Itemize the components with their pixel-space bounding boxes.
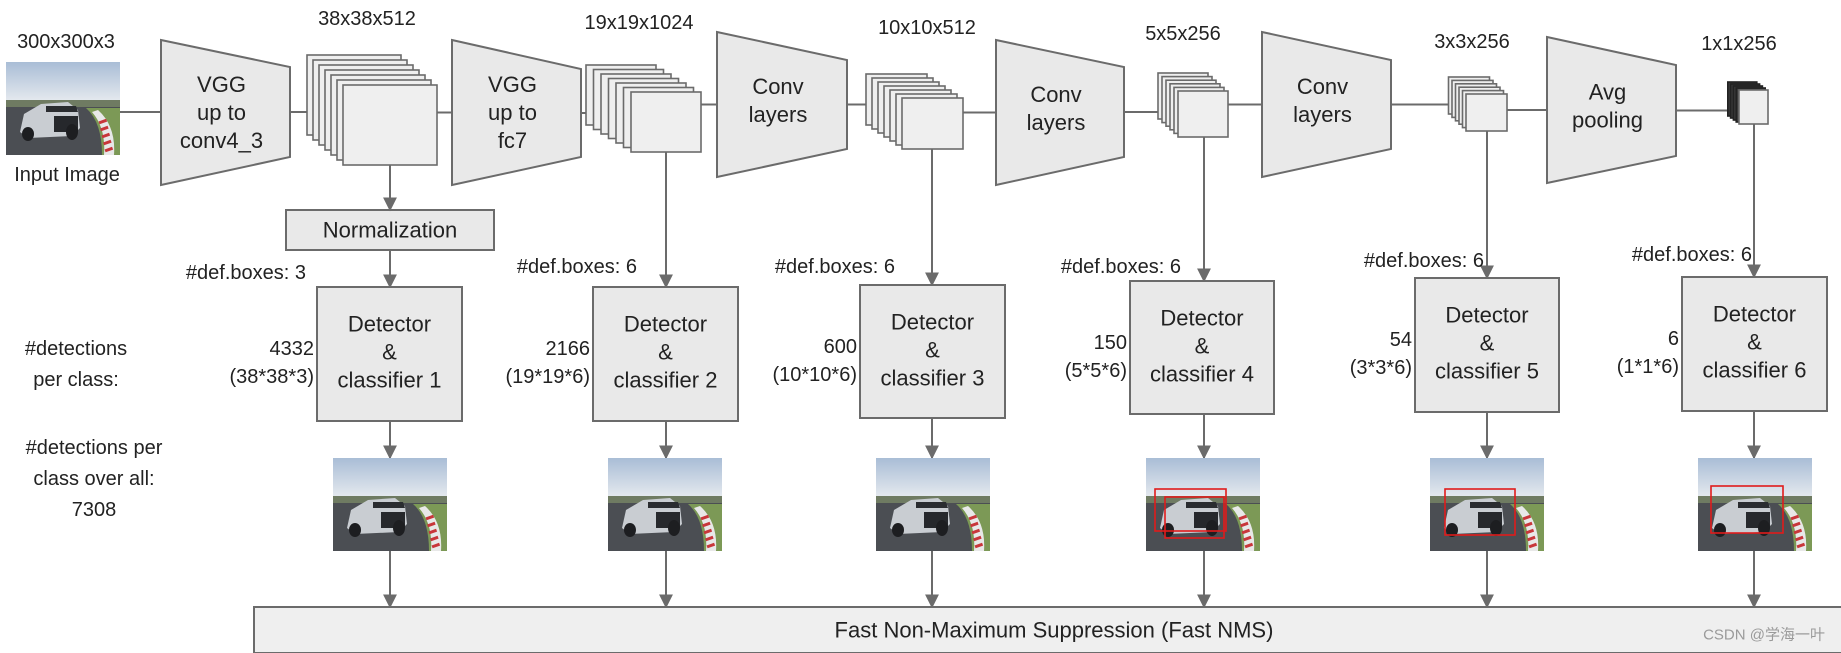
detection-result-image-4 [1146, 458, 1260, 551]
detector-label: Detector [1713, 302, 1796, 327]
layer-label: Conv [1297, 74, 1348, 99]
car-wing [373, 502, 405, 508]
feature-map-size-label: 1x1x256 [1701, 33, 1777, 55]
input-size-label: 300x300x3 [17, 31, 115, 53]
detections-per-class-label: #detections [25, 338, 127, 360]
detection-count: 4332 [270, 338, 315, 360]
layer-label: layers [749, 102, 808, 127]
car-wing [648, 502, 680, 508]
layer-label: conv4_3 [180, 128, 263, 153]
feature-map-4 [1177, 90, 1229, 138]
detector-label: & [1195, 334, 1210, 359]
car-wing [916, 502, 948, 508]
car-wheel [349, 523, 361, 537]
detection-formula: (38*38*3) [229, 366, 314, 388]
detector-label: classifier 5 [1435, 359, 1539, 384]
car-wheel [1714, 523, 1726, 537]
detector-label: & [382, 340, 397, 365]
detector-label: & [925, 338, 940, 363]
car-wheel [624, 523, 636, 537]
detection-formula: (10*10*6) [772, 364, 857, 386]
detector-label: classifier 3 [881, 366, 985, 391]
car-wheel [1490, 520, 1502, 536]
layer-label: Conv [1030, 82, 1081, 107]
feature-map-size-label: 19x19x1024 [585, 12, 694, 34]
layer-label: Avg [1589, 80, 1627, 105]
detector-label: classifier 2 [614, 368, 718, 393]
detector-label: classifier 1 [338, 368, 442, 393]
layer-label: Conv [752, 74, 803, 99]
detection-result-image-6 [1698, 458, 1812, 551]
normalization-label: Normalization [323, 218, 458, 243]
layer-label: VGG [197, 72, 246, 97]
detection-formula: (3*3*6) [1350, 357, 1412, 379]
detector-label: Detector [624, 312, 707, 337]
detector-label: Detector [1160, 306, 1243, 331]
car-wheel [1206, 520, 1218, 536]
detector-label: & [1480, 331, 1495, 356]
layer-label: fc7 [498, 128, 527, 153]
ssd-architecture-diagram: 300x300x3 Input Image VGG up to conv4_3 VGG up… [6, 8, 1841, 653]
feature-map-1 [342, 84, 438, 166]
layer-label: layers [1293, 102, 1352, 127]
detection-count: 150 [1094, 332, 1127, 354]
detection-count: 2166 [546, 338, 591, 360]
car-wheel [393, 520, 405, 536]
feature-map-size-label: 10x10x512 [878, 17, 976, 39]
layer-label: VGG [488, 72, 537, 97]
feature-map-size-label: 3x3x256 [1434, 31, 1510, 53]
car-wheel [936, 520, 948, 536]
detector-label: Detector [348, 312, 431, 337]
feature-map-size-label: 5x5x256 [1145, 23, 1221, 45]
detector-label: classifier 4 [1150, 362, 1254, 387]
default-boxes-label: #def.boxes: 6 [517, 256, 637, 278]
detection-result-image-1 [333, 458, 447, 551]
detections-overall-label: class over all: [33, 468, 154, 490]
car-wheel [1162, 523, 1174, 537]
detection-result-image-5 [1430, 458, 1544, 551]
car-wing [1470, 502, 1502, 508]
detection-count: 54 [1390, 329, 1412, 351]
car-wing [46, 106, 78, 112]
detector-label: & [658, 340, 673, 365]
feature-map-2 [630, 91, 702, 153]
detection-count: 6 [1668, 328, 1679, 350]
layer-label: layers [1027, 110, 1086, 135]
default-boxes-label: #def.boxes: 6 [775, 256, 895, 278]
input-image-label: Input Image [14, 164, 120, 186]
detection-count: 600 [824, 336, 857, 358]
car-wheel [22, 127, 34, 141]
detections-per-class-label: per class: [33, 369, 119, 391]
default-boxes-label: #def.boxes: 3 [186, 262, 306, 284]
car-wing [1186, 502, 1218, 508]
detection-formula: (1*1*6) [1617, 356, 1679, 378]
default-boxes-label: #def.boxes: 6 [1632, 244, 1752, 266]
car-wheel [66, 124, 78, 140]
layer-label: up to [488, 100, 537, 125]
feature-map-size-label: 38x38x512 [318, 8, 416, 30]
detection-result-image-3 [876, 458, 990, 551]
watermark: CSDN @学海一叶 [1703, 627, 1825, 644]
default-boxes-label: #def.boxes: 6 [1061, 256, 1181, 278]
detection-result-image-2 [608, 458, 722, 551]
detector-label: Detector [891, 310, 974, 335]
detection-formula: (19*19*6) [505, 366, 590, 388]
feature-map-5 [1465, 93, 1508, 132]
detection-formula: (5*5*6) [1065, 360, 1127, 382]
default-boxes-label: #def.boxes: 6 [1364, 250, 1484, 272]
car-wheel [668, 520, 680, 536]
detector-label: & [1747, 330, 1762, 355]
detections-overall-label: #detections per [26, 437, 163, 459]
fast-nms-label: Fast Non-Maximum Suppression (Fast NMS) [835, 618, 1274, 643]
car-wing [1738, 502, 1770, 508]
detector-label: classifier 6 [1703, 358, 1807, 383]
detections-overall-label: 7308 [72, 499, 117, 521]
layer-label: up to [197, 100, 246, 125]
input-image [6, 62, 120, 155]
car-wheel [892, 523, 904, 537]
feature-map-3 [901, 97, 964, 150]
feature-map-6 [1738, 89, 1769, 125]
detector-label: Detector [1445, 303, 1528, 328]
layer-label: pooling [1572, 108, 1643, 133]
